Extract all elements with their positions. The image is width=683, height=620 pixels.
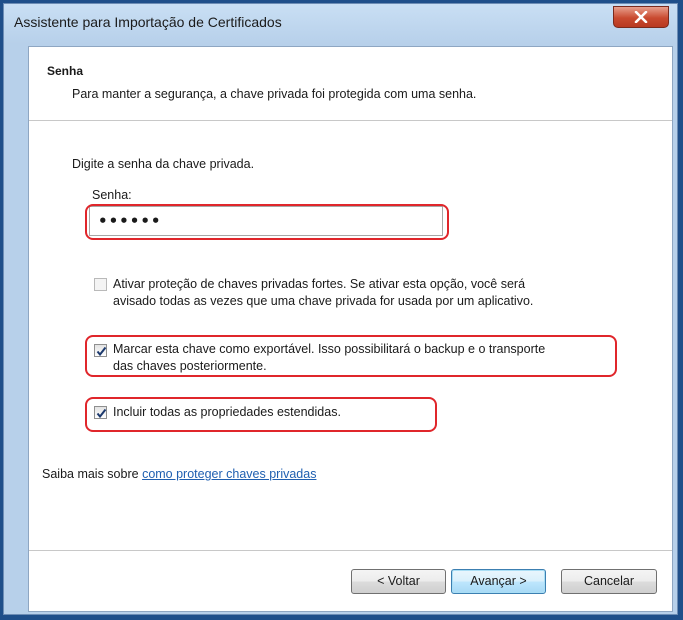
password-highlight xyxy=(85,204,449,240)
wizard-window: Assistente para Importação de Certificad… xyxy=(3,3,678,615)
title-bar[interactable]: Assistente para Importação de Certificad… xyxy=(4,4,677,40)
window-title: Assistente para Importação de Certificad… xyxy=(14,14,282,30)
header-divider xyxy=(29,120,672,121)
page-subtitle: Para manter a segurança, a chave privada… xyxy=(72,87,477,101)
extended-properties-highlight xyxy=(85,397,437,432)
cancel-button[interactable]: Cancelar xyxy=(561,569,657,594)
next-button[interactable]: Avançar > xyxy=(451,569,546,594)
page-title: Senha xyxy=(47,64,84,78)
exportable-highlight xyxy=(85,335,617,377)
password-label: Senha: xyxy=(92,188,132,202)
strong-protection-checkbox[interactable] xyxy=(94,278,107,291)
strong-protection-label: Ativar proteção de chaves privadas forte… xyxy=(113,276,533,310)
close-icon xyxy=(634,11,648,23)
learn-more-prefix: Saiba mais sobre xyxy=(42,467,143,481)
learn-more-link[interactable]: como proteger chaves privadas xyxy=(142,467,316,481)
wizard-page: Senha Para manter a segurança, a chave p… xyxy=(28,46,673,612)
learn-more: Saiba mais sobre como proteger chaves pr… xyxy=(42,467,316,481)
close-button[interactable] xyxy=(613,6,669,28)
strong-protection-line1: Ativar proteção de chaves privadas forte… xyxy=(113,277,526,291)
password-prompt: Digite a senha da chave privada. xyxy=(72,157,255,171)
strong-protection-line2: avisado todas as vezes que uma chave pri… xyxy=(113,294,534,308)
back-button[interactable]: < Voltar xyxy=(351,569,446,594)
footer-divider xyxy=(29,550,672,551)
